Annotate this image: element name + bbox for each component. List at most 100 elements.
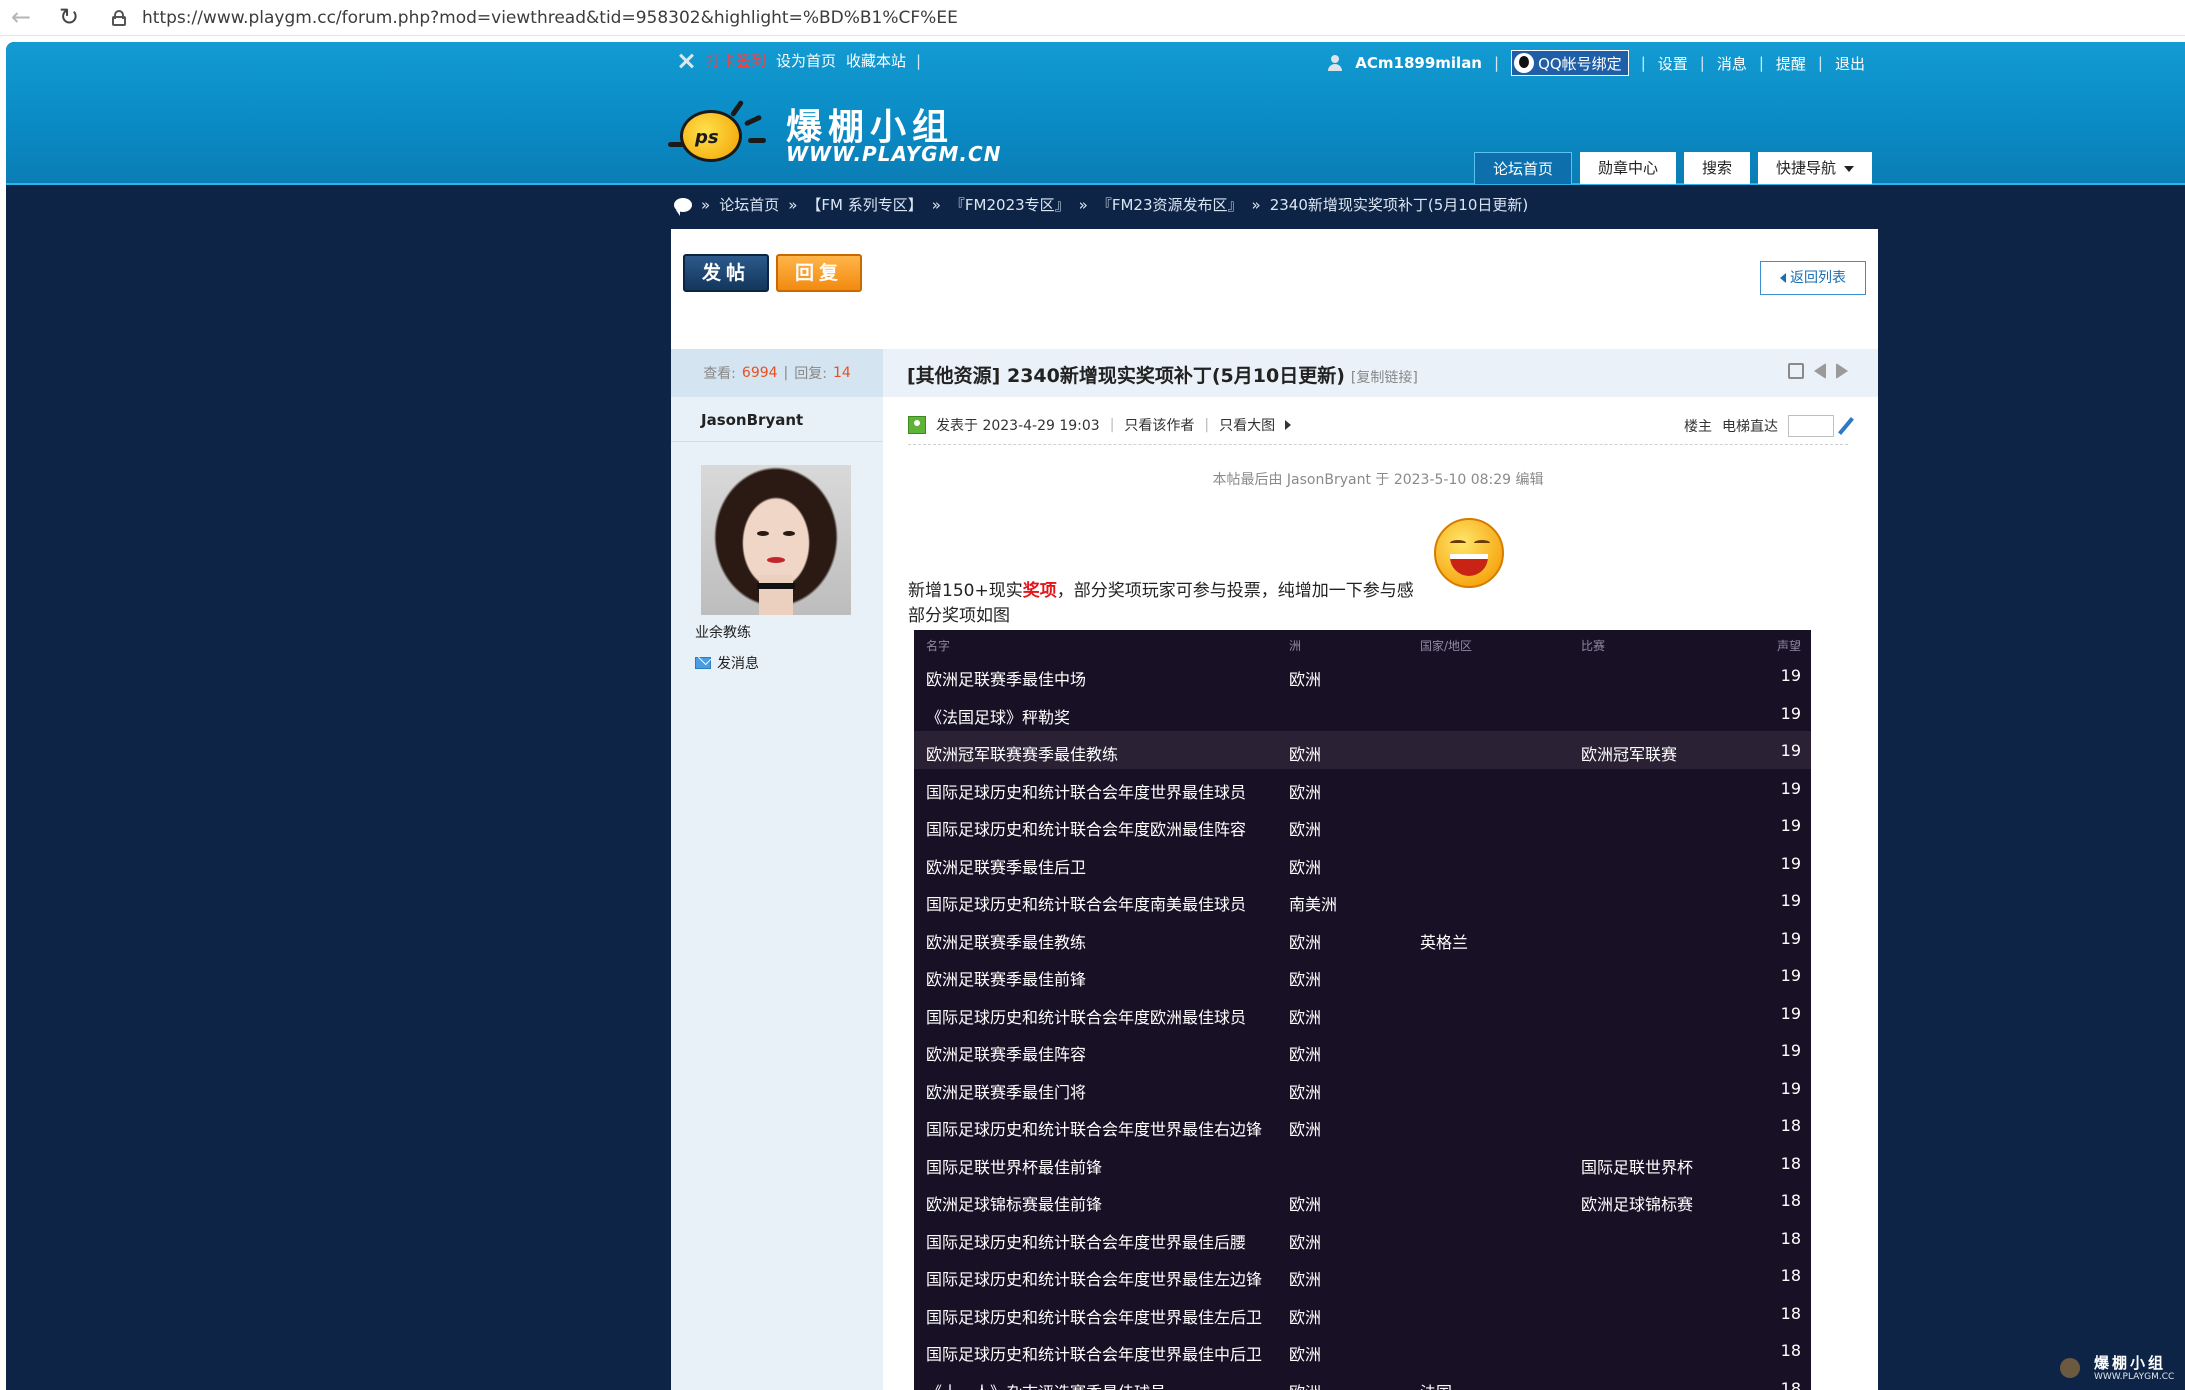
award-reputation: 18	[1780, 1303, 1801, 1323]
lock-icon[interactable]	[112, 10, 126, 26]
table-row[interactable]: 国际足球历史和统计联合会年度世界最佳左边锋 欧洲 18	[914, 1256, 1811, 1294]
messages-link[interactable]: 消息	[1717, 53, 1747, 74]
col-reputation: 声望	[1776, 639, 1801, 653]
previous-thread-icon[interactable]	[1814, 363, 1826, 379]
award-nation: 英格兰	[1420, 932, 1469, 952]
table-row[interactable]: 欧洲足联赛季最佳后卫 欧洲 19	[914, 844, 1811, 882]
main-nav: 论坛首页 勋章中心 搜索 快捷导航	[1474, 152, 1873, 184]
award-name: 《法国足球》秤勒奖	[926, 707, 1071, 727]
breadcrumb-item-fm2023[interactable]: 『FM2023专区』	[950, 194, 1070, 215]
reminders-link[interactable]: 提醒	[1776, 53, 1806, 74]
table-row[interactable]: 国际足球历史和统计联合会年度世界最佳球员 欧洲 19	[914, 769, 1811, 807]
award-reputation: 19	[1780, 928, 1801, 948]
table-row[interactable]: 《法国足球》秤勒奖 19	[914, 694, 1811, 732]
award-continent: 欧洲	[1289, 1345, 1322, 1364]
table-row[interactable]: 欧洲冠军联赛赛季最佳教练 欧洲 欧洲冠军联赛 19	[914, 731, 1811, 769]
emoji-mouth	[1450, 554, 1488, 576]
table-row[interactable]: 国际足球历史和统计联合会年度世界最佳左后卫 欧洲 18	[914, 1294, 1811, 1332]
award-continent: 欧洲	[1289, 857, 1322, 877]
post-body: 新增150+现实奖项，部分奖项玩家可参与投票，纯增加一下参与感 部分奖项如图	[908, 579, 1414, 629]
jump-go-icon[interactable]	[1838, 417, 1854, 435]
table-row[interactable]: 欧洲足联赛季最佳门将 欧洲 19	[914, 1069, 1811, 1107]
table-row[interactable]: 欧洲足联赛季最佳教练 欧洲 英格兰 19	[914, 919, 1811, 957]
post-header: [其他资源] 2340新增现实奖项补丁(5月10日更新) [复制链接]	[883, 349, 1878, 397]
tab-forum-home[interactable]: 论坛首页	[1474, 152, 1573, 184]
only-author-link[interactable]: 只看该作者	[1124, 415, 1194, 435]
award-continent: 欧洲	[1289, 1270, 1322, 1289]
award-reputation: 19	[1780, 891, 1801, 910]
print-icon[interactable]	[1788, 363, 1804, 379]
breadcrumb-item-fm23-resources[interactable]: 『FM23资源发布区』	[1097, 194, 1243, 215]
breadcrumb-item-fm-series[interactable]: 【FM 系列专区】	[806, 194, 922, 215]
next-thread-icon[interactable]	[1836, 363, 1848, 379]
tab-quick-nav[interactable]: 快捷导航	[1758, 152, 1873, 184]
avatar[interactable]	[701, 465, 851, 615]
tab-medal-center[interactable]: 勋章中心	[1580, 152, 1677, 184]
settings-link[interactable]: 设置	[1658, 53, 1688, 74]
table-row[interactable]: 国际足联世界杯最佳前锋 国际足联世界杯 18	[914, 1144, 1811, 1182]
table-row[interactable]: 国际足球历史和统计联合会年度欧洲最佳阵容 欧洲 19	[914, 806, 1811, 844]
table-row[interactable]: 国际足球历史和统计联合会年度欧洲最佳球员 欧洲 19	[914, 994, 1811, 1032]
address-bar[interactable]: https://www.playgm.cc/forum.php?mod=view…	[100, 2, 2185, 33]
separator: |	[1640, 54, 1646, 72]
table-row[interactable]: 欧洲足球锦标赛最佳前锋 欧洲 欧洲足球锦标赛 18	[914, 1181, 1811, 1219]
checkin-link[interactable]: 打卡签到	[706, 50, 766, 71]
table-row[interactable]: 国际足球历史和统计联合会年度世界最佳后腰 欧洲 18	[914, 1219, 1811, 1257]
table-row[interactable]: 国际足球历史和统计联合会年度世界最佳右边锋 欧洲 18	[914, 1106, 1811, 1144]
author-name-link[interactable]: JasonBryant	[701, 411, 803, 429]
tab-search[interactable]: 搜索	[1684, 152, 1751, 184]
logout-link[interactable]: 退出	[1835, 53, 1865, 74]
replies-count: 14	[832, 365, 851, 381]
views-count: 6994	[741, 365, 778, 381]
chevron-down-icon	[1844, 165, 1855, 172]
col-competition: 比赛	[1581, 639, 1606, 653]
send-message-link[interactable]: 发消息	[695, 653, 759, 673]
back-to-list-button[interactable]: 返回列表	[1760, 261, 1866, 295]
set-home-link[interactable]: 设为首页	[776, 50, 836, 71]
elevator-label: 电梯直达	[1722, 419, 1778, 435]
reply-button[interactable]: 回复	[776, 254, 862, 292]
post-body-line1: 新增150+现实奖项，部分奖项玩家可参与投票，纯增加一下参与感	[908, 579, 1414, 604]
back-arrow-icon[interactable]: ←	[6, 2, 36, 32]
award-reputation: 19	[1780, 666, 1801, 685]
table-row[interactable]: 欧洲足联赛季最佳前锋 欧洲 19	[914, 956, 1811, 994]
avatar-eye	[783, 531, 795, 536]
col-name: 名字	[926, 639, 951, 653]
award-continent: 欧洲	[1289, 820, 1322, 839]
award-continent: 欧洲	[1289, 745, 1322, 764]
table-row[interactable]: 国际足球历史和统计联合会年度南美最佳球员 南美洲 19	[914, 881, 1811, 919]
username-link[interactable]: ACm1899milan	[1355, 54, 1482, 72]
award-reputation: 19	[1780, 1003, 1801, 1023]
award-reputation: 18	[1780, 1341, 1801, 1360]
only-images-link[interactable]: 只看大图	[1219, 415, 1275, 435]
breadcrumb-item-home[interactable]: 论坛首页	[719, 194, 779, 215]
award-name: 欧洲足球锦标赛最佳前锋	[926, 1195, 1103, 1214]
breadcrumb-sep: »	[701, 195, 711, 214]
copy-link[interactable]: [复制链接]	[1351, 370, 1418, 386]
breadcrumb-item-thread[interactable]: 2340新增现实奖项补丁(5月10日更新)	[1270, 194, 1529, 215]
qq-bind-label: QQ帐号绑定	[1538, 54, 1622, 73]
separator: |	[1109, 417, 1115, 433]
award-name: 国际足球历史和统计联合会年度世界最佳后腰	[926, 1232, 1247, 1252]
table-row[interactable]: 《十一人》杂志评选赛季最佳球员 欧洲 法国 18	[914, 1369, 1811, 1390]
award-name: 国际足球历史和统计联合会年度世界最佳左后卫	[926, 1307, 1263, 1327]
site-logo[interactable]: ps 爆棚小组 WWW.PLAYGM.CN	[668, 92, 1000, 172]
url-text[interactable]: https://www.playgm.cc/forum.php?mod=view…	[142, 8, 958, 28]
topbar-left: 打卡签到 设为首页 收藏本站 |	[676, 50, 921, 71]
floor-jump-input[interactable]	[1788, 415, 1834, 437]
quick-nav-label: 快捷导航	[1776, 159, 1837, 177]
award-name: 欧洲足联赛季最佳前锋	[926, 970, 1087, 989]
award-reputation: 18	[1780, 1116, 1801, 1135]
checkin-icon[interactable]	[676, 52, 696, 70]
watermark-subtitle: WWW.PLAYGM.CC	[2094, 1372, 2175, 1382]
logo-ray	[729, 99, 745, 118]
qq-bind-button[interactable]: QQ帐号绑定	[1511, 50, 1629, 76]
new-post-button[interactable]: 发帖	[683, 254, 769, 292]
bookmark-link[interactable]: 收藏本站	[846, 50, 906, 71]
award-continent: 欧洲	[1289, 670, 1322, 689]
table-row[interactable]: 欧洲足联赛季最佳中场 欧洲 19	[914, 656, 1811, 694]
table-row[interactable]: 国际足球历史和统计联合会年度世界最佳中后卫 欧洲 18	[914, 1331, 1811, 1369]
reload-icon[interactable]: ↻	[54, 2, 84, 32]
col-continent: 洲	[1289, 639, 1302, 653]
table-row[interactable]: 欧洲足联赛季最佳阵容 欧洲 19	[914, 1031, 1811, 1069]
